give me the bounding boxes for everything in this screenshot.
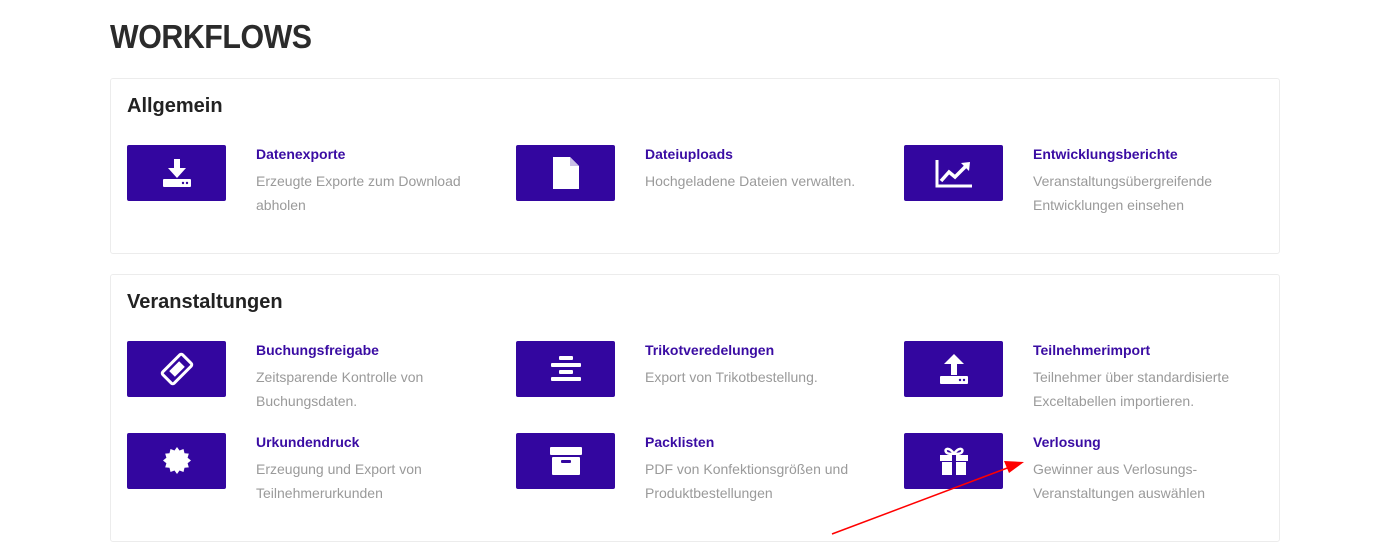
- tile-description: Export von Trikotbestellung.: [645, 369, 818, 385]
- tile-title[interactable]: Entwicklungsberichte: [1033, 146, 1178, 162]
- gift-icon: [939, 447, 968, 475]
- tile-icon-box: [904, 433, 1003, 489]
- workflow-tile-dateiuploads[interactable]: Dateiuploads Hochgeladene Dateien verwal…: [516, 145, 876, 215]
- tile-icon-box: [127, 433, 226, 489]
- workflow-tile-urkundendruck[interactable]: Urkundendruck Erzeugung und Export von T…: [127, 433, 487, 503]
- upload-icon: [939, 354, 968, 384]
- section-heading: Veranstaltungen: [127, 291, 283, 313]
- tile-icon-box: [516, 433, 615, 489]
- tile-description: Zeitsparende Kontrolle von Buchungsdaten…: [256, 369, 424, 409]
- workflow-tile-packlisten[interactable]: Packlisten PDF von Konfektionsgrößen und…: [516, 433, 876, 503]
- tile-icon-box: [904, 145, 1003, 201]
- tile-title[interactable]: Dateiuploads: [645, 146, 733, 162]
- tile-icon-box: [904, 341, 1003, 397]
- tile-description: Erzeugte Exporte zum Download abholen: [256, 173, 461, 213]
- tile-title[interactable]: Datenexporte: [256, 146, 345, 162]
- tile-title[interactable]: Verlosung: [1033, 434, 1101, 450]
- page-title: WORKFLOWS: [110, 18, 312, 55]
- workflow-tile-entwicklungsberichte[interactable]: Entwicklungsberichte Veranstaltungsüberg…: [904, 145, 1264, 215]
- workflow-tile-buchungsfreigabe[interactable]: Buchungsfreigabe Zeitsparende Kontrolle …: [127, 341, 487, 411]
- tile-title[interactable]: Trikotveredelungen: [645, 342, 774, 358]
- workflow-tile-teilnehmerimport[interactable]: Teilnehmerimport Teilnehmer über standar…: [904, 341, 1264, 411]
- tile-description: Erzeugung und Export von Teilnehmerurkun…: [256, 461, 422, 501]
- tile-description: PDF von Konfektionsgrößen und Produktbes…: [645, 461, 849, 501]
- align-center-icon: [550, 356, 581, 381]
- tile-title[interactable]: Urkundendruck: [256, 434, 359, 450]
- tile-icon-box: [127, 145, 226, 201]
- archive-icon: [549, 447, 582, 475]
- workflow-tile-verlosung[interactable]: Verlosung Gewinner aus Verlosungs-Verans…: [904, 433, 1264, 503]
- workflow-tile-datenexporte[interactable]: Datenexporte Erzeugte Exporte zum Downlo…: [127, 145, 487, 215]
- tile-title[interactable]: Buchungsfreigabe: [256, 342, 379, 358]
- ticket-icon: [160, 352, 193, 386]
- tile-icon-box: [516, 341, 615, 397]
- certificate-icon: [162, 447, 191, 474]
- section-veranstaltungen: Veranstaltungen Buchungsfreigabe Zeitspa…: [110, 274, 1280, 542]
- tile-description: Gewinner aus Verlosungs-Veranstaltungen …: [1033, 461, 1206, 501]
- line-chart-icon: [935, 160, 972, 188]
- tile-icon-box: [127, 341, 226, 397]
- file-icon: [552, 157, 579, 189]
- workflow-tile-trikotveredelungen[interactable]: Trikotveredelungen Export von Trikotbest…: [516, 341, 876, 411]
- section-heading: Allgemein: [127, 95, 223, 117]
- tile-description: Veranstaltungsübergreifende Entwicklunge…: [1033, 173, 1213, 213]
- section-allgemein: Allgemein Datenexporte Erzeugte Exporte …: [110, 78, 1280, 254]
- tile-description: Teilnehmer über standardisierte Exceltab…: [1033, 369, 1230, 409]
- tile-description: Hochgeladene Dateien verwalten.: [645, 173, 856, 189]
- download-icon: [162, 159, 191, 187]
- tile-title[interactable]: Packlisten: [645, 434, 714, 450]
- tile-icon-box: [516, 145, 615, 201]
- tile-title[interactable]: Teilnehmerimport: [1033, 342, 1150, 358]
